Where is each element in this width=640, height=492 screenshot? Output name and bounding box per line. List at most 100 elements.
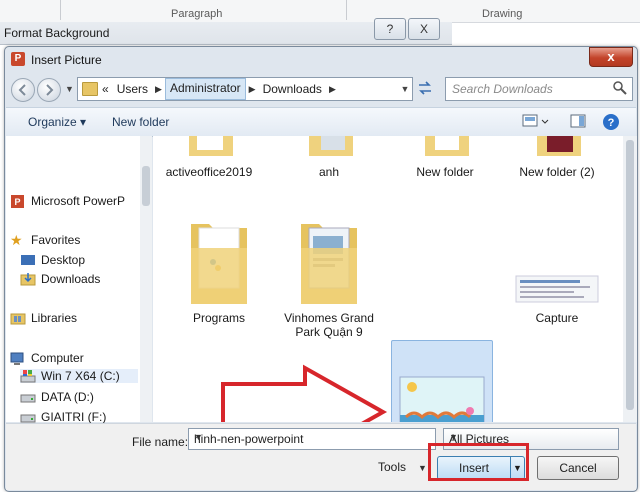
refresh-button[interactable] [415,79,435,99]
image-thumbnail-icon [515,275,599,303]
folder-icon [425,136,469,156]
file-label: anh [318,165,340,179]
nav-item-microsoft-powerpoint[interactable]: P Microsoft PowerP [10,194,125,208]
file-item-anh[interactable]: anh [277,136,381,179]
desktop-icon [21,255,35,265]
file-item-hinh-nen-powerpoint[interactable]: hinh-nen-power point [391,340,493,422]
back-arrow-icon [18,84,26,96]
breadcrumb-overflow[interactable]: « [98,79,113,99]
breadcrumb-arrow-icon[interactable]: ▶ [246,84,259,95]
image-thumbnail-icon [399,376,485,422]
cancel-button[interactable]: Cancel [537,456,619,480]
scroll-thumb[interactable] [142,166,150,206]
file-list-scrollbar[interactable] [623,136,637,422]
format-background-title: Format Background [4,26,110,40]
breadcrumb-arrow-icon[interactable]: ▶ [152,84,165,95]
file-item-capture[interactable]: Capture [505,218,609,325]
nav-item-label: Libraries [31,311,78,325]
breadcrumb-arrow-icon[interactable]: ▶ [326,84,339,95]
search-icon[interactable] [612,80,628,96]
nav-item-favorites[interactable]: ★ Favorites [10,233,80,247]
ribbon-background: Paragraph Drawing [0,0,640,23]
file-label-line2: Park Quận 9 [295,325,363,339]
nav-item-desktop[interactable]: Desktop [20,253,85,267]
file-name-dropdown-icon[interactable]: ▼ [194,432,432,442]
nav-item-label: Microsoft PowerP [31,194,126,208]
format-background-close-button[interactable]: X [408,18,440,40]
recent-locations-dropdown-icon[interactable]: ▼ [65,84,74,94]
nav-item-drive-c[interactable]: Win 7 X64 (C:) [20,369,138,383]
svg-text:P: P [14,197,20,207]
ribbon-separator [346,0,347,20]
file-label: New folder (2) [519,165,595,179]
star-icon: ★ [10,232,23,248]
file-label: Capture [535,311,579,325]
nav-item-label: Downloads [41,272,101,286]
file-name-field[interactable]: hinh-nen-powerpoint ▼ [188,428,436,450]
dialog-title: Insert Picture [31,53,102,67]
folder-icon [82,82,98,96]
ribbon-group-paragraph: Paragraph [171,8,223,20]
new-folder-button[interactable]: New folder [112,115,169,129]
folder-icon [537,136,581,156]
dialog-bottom-bar: File name: hinh-nen-powerpoint ▼ All Pic… [6,423,636,490]
file-item-activeoffice2019[interactable]: activeoffice2019 [157,136,261,179]
annotation-arrow-icon [221,364,388,422]
folder-icon [191,224,247,304]
search-box[interactable]: Search Downloads [445,77,633,101]
folder-icon [189,136,233,156]
breadcrumb-users[interactable]: Users [113,79,152,99]
nav-item-computer[interactable]: Computer [10,351,84,365]
file-item-vinhomes-grand-park[interactable]: Vinhomes Grand Park Quận 9 [277,218,381,339]
back-button[interactable] [11,78,35,102]
dialog-titlebar: P Insert Picture x [5,47,637,73]
file-item-new-folder[interactable]: New folder [393,136,497,179]
powerpoint-app-icon: P [11,52,25,66]
insert-highlight-annotation [428,443,529,481]
nav-item-libraries[interactable]: Libraries [10,311,77,325]
navigation-scrollbar[interactable] [140,136,152,422]
nav-item-downloads[interactable]: Downloads [20,272,100,286]
breadcrumb-downloads[interactable]: Downloads [259,79,326,99]
preview-pane-icon[interactable] [570,113,586,129]
nav-item-label: Desktop [41,253,86,267]
file-type-dropdown-icon[interactable]: ▼ [449,432,614,442]
organize-button[interactable]: Organize ▾ [28,115,86,129]
file-label: activeoffice2019 [165,165,253,179]
change-view-icon[interactable] [522,113,550,129]
nav-item-label: Win 7 X64 (C:) [41,369,120,383]
nav-item-label: GIAITRI (F:) [41,410,107,424]
help-icon[interactable]: ? [602,113,620,131]
search-placeholder: Search Downloads [452,82,553,96]
file-item-programs[interactable]: Programs [167,218,271,325]
command-toolbar: Organize ▾ New folder ? [6,107,636,137]
tools-button[interactable]: Tools [378,460,406,474]
scroll-thumb[interactable] [626,140,634,410]
powerpoint-icon: P [11,195,24,208]
file-list-pane: activeoffice2019 anh New folder New fold… [153,136,623,422]
drive-icon [20,414,36,423]
file-label: Vinhomes Grand [284,311,374,325]
dialog-close-button[interactable]: x [589,47,633,67]
tools-dropdown-icon[interactable]: ▼ [418,463,427,473]
nav-item-label: Favorites [31,233,81,247]
forward-arrow-icon [46,84,54,96]
nav-item-label: DATA (D:) [41,390,94,404]
forward-button[interactable] [37,78,61,102]
drive-icon [20,394,36,403]
folder-icon [301,224,357,304]
file-name-label: File name: [132,435,189,449]
nav-item-drive-f[interactable]: GIAITRI (F:) [20,410,106,424]
ribbon-group-drawing: Drawing [482,8,523,20]
format-background-help-button[interactable]: ? [374,18,406,40]
file-item-new-folder-2[interactable]: New folder (2) [505,136,609,179]
computer-icon [10,352,24,365]
navigation-pane: P Microsoft PowerP ★ Favorites Desktop D… [6,136,141,424]
breadcrumb-administrator[interactable]: Administrator [164,78,246,100]
svg-text:?: ? [608,117,615,129]
nav-item-drive-d[interactable]: DATA (D:) [20,390,94,404]
address-bar[interactable]: « Users ▶ Administrator ▶ Downloads ▶ ▼ [77,77,413,101]
nav-item-label: Computer [31,351,84,365]
address-dropdown-icon[interactable]: ▼ [398,84,412,94]
ribbon-separator [60,0,61,20]
